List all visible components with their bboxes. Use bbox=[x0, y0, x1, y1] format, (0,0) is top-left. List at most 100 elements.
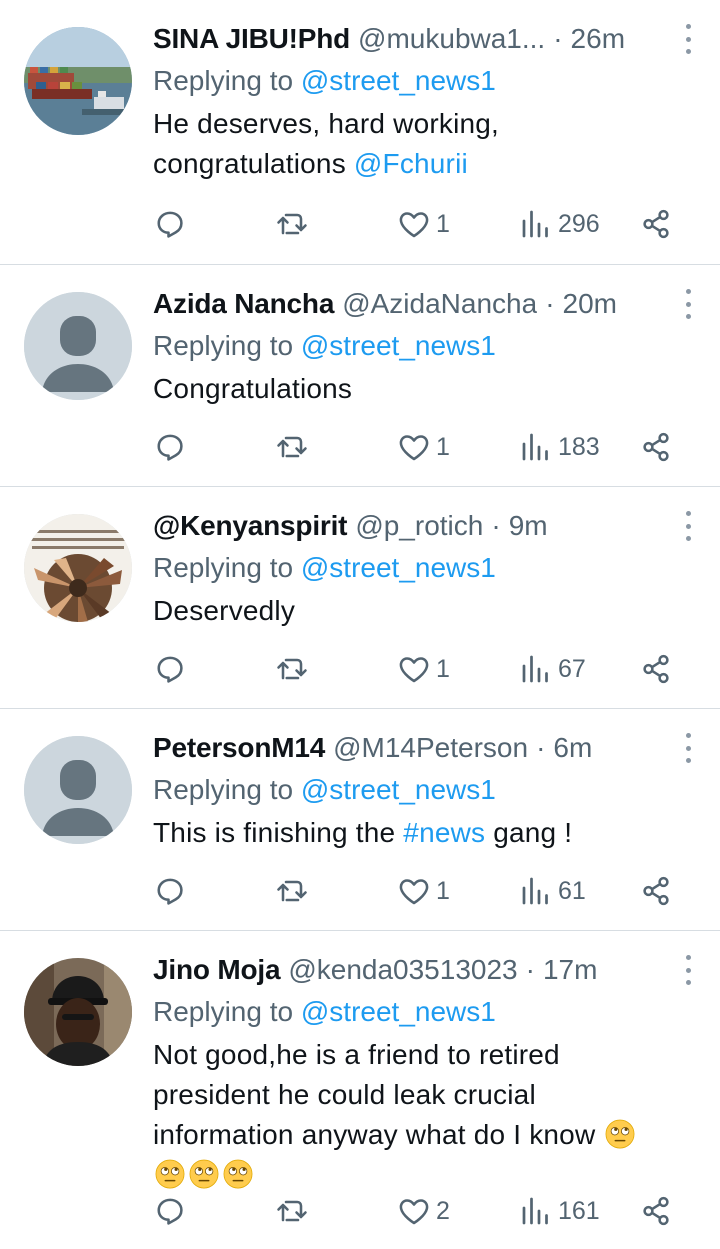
author-name[interactable]: Jino Moja bbox=[153, 951, 281, 989]
action-bar: 2 161 bbox=[152, 1191, 696, 1231]
like-button[interactable]: 1 bbox=[396, 204, 450, 244]
reply-button[interactable] bbox=[152, 1191, 188, 1231]
more-vertical-icon[interactable] bbox=[678, 511, 698, 541]
author-handle[interactable]: @mukubwa1... bbox=[358, 20, 545, 58]
more-vertical-icon[interactable] bbox=[678, 733, 698, 763]
hashtag-link[interactable]: #news bbox=[403, 817, 485, 848]
retweet-button[interactable] bbox=[274, 204, 310, 244]
tweet-item[interactable]: @Kenyanspirit @p_rotich · 9m Replying to… bbox=[0, 487, 720, 709]
heart-icon bbox=[399, 879, 429, 905]
separator-dot: · bbox=[525, 954, 535, 985]
face-with-rolling-eyes-icon bbox=[189, 1159, 219, 1189]
author-handle[interactable]: @p_rotich bbox=[355, 507, 483, 545]
author-name[interactable]: @Kenyanspirit bbox=[153, 507, 348, 545]
reply-button[interactable] bbox=[152, 427, 188, 467]
tweet-item[interactable]: Azida Nancha @AzidaNancha · 20m Replying… bbox=[0, 265, 720, 487]
tweet-item[interactable]: PetersonM14 @M14Peterson · 6m Replying t… bbox=[0, 709, 720, 931]
action-bar: 1 296 bbox=[152, 204, 696, 244]
tweet-text-content: Deservedly bbox=[153, 595, 296, 626]
tweet-item[interactable]: Jino Moja @kenda03513023 · 17m Replying … bbox=[0, 931, 720, 1249]
reply-button[interactable] bbox=[152, 871, 188, 911]
retweet-icon bbox=[277, 213, 307, 235]
action-bar: 1 67 bbox=[152, 649, 696, 689]
like-count: 1 bbox=[436, 432, 450, 461]
tweet-header: Azida Nancha @AzidaNancha · 20m bbox=[153, 285, 700, 323]
timestamp[interactable]: 6m bbox=[553, 729, 592, 767]
more-vertical-icon[interactable] bbox=[678, 289, 698, 319]
reply-button[interactable] bbox=[152, 649, 188, 689]
avatar[interactable] bbox=[24, 514, 132, 622]
view-count: 183 bbox=[558, 432, 600, 461]
heart-icon bbox=[399, 657, 429, 683]
author-handle[interactable]: @kenda03513023 bbox=[288, 951, 517, 989]
tweet-text-trailing: gang ! bbox=[493, 817, 573, 848]
like-button[interactable]: 1 bbox=[396, 427, 450, 467]
share-button[interactable] bbox=[638, 427, 674, 467]
timestamp[interactable]: 9m bbox=[509, 507, 548, 545]
author-name[interactable]: SINA JIBU!Phd bbox=[153, 20, 350, 58]
separator-dot: · bbox=[545, 288, 555, 319]
more-vertical-icon[interactable] bbox=[678, 955, 698, 985]
reply-feed: SINA JIBU!Phd @mukubwa1... · 26m Replyin… bbox=[0, 0, 720, 1249]
author-handle[interactable]: @AzidaNancha bbox=[342, 285, 537, 323]
like-button[interactable]: 2 bbox=[396, 1191, 450, 1231]
author-handle[interactable]: @M14Peterson bbox=[333, 729, 528, 767]
share-button[interactable] bbox=[638, 649, 674, 689]
views-button[interactable]: 61 bbox=[518, 871, 586, 911]
timestamp[interactable]: 20m bbox=[563, 285, 617, 323]
retweet-button[interactable] bbox=[274, 871, 310, 911]
separator-dot: · bbox=[536, 732, 546, 763]
heart-icon bbox=[399, 435, 429, 461]
retweet-icon bbox=[277, 1200, 307, 1222]
like-button[interactable]: 1 bbox=[396, 871, 450, 911]
reply-button[interactable] bbox=[152, 204, 188, 244]
retweet-icon bbox=[277, 658, 307, 680]
replying-to-mention[interactable]: @street_news1 bbox=[301, 996, 496, 1027]
like-button[interactable]: 1 bbox=[396, 649, 450, 689]
share-icon bbox=[643, 432, 669, 462]
share-icon bbox=[643, 209, 669, 239]
replying-to-mention[interactable]: @street_news1 bbox=[301, 330, 496, 361]
share-button[interactable] bbox=[638, 871, 674, 911]
author-name[interactable]: PetersonM14 bbox=[153, 729, 325, 767]
tweet-text: Deservedly bbox=[153, 591, 700, 631]
author-name[interactable]: Azida Nancha bbox=[153, 285, 334, 323]
share-button[interactable] bbox=[638, 1191, 674, 1231]
replying-prefix: Replying to bbox=[153, 65, 294, 96]
views-button[interactable]: 296 bbox=[518, 204, 600, 244]
tweet-body: SINA JIBU!Phd @mukubwa1... · 26m Replyin… bbox=[153, 20, 700, 184]
share-icon bbox=[643, 1196, 669, 1226]
replying-to-mention[interactable]: @street_news1 bbox=[301, 774, 496, 805]
views-button[interactable]: 67 bbox=[518, 649, 586, 689]
like-count: 2 bbox=[436, 1196, 450, 1225]
mention-link[interactable]: @Fchurii bbox=[354, 148, 468, 179]
replying-to-mention[interactable]: @street_news1 bbox=[301, 65, 496, 96]
avatar[interactable] bbox=[24, 292, 132, 400]
action-bar: 1 61 bbox=[152, 871, 696, 911]
views-bars-icon bbox=[522, 1197, 548, 1225]
avatar[interactable] bbox=[24, 27, 132, 135]
share-button[interactable] bbox=[638, 204, 674, 244]
avatar[interactable] bbox=[24, 958, 132, 1066]
tweet-item[interactable]: SINA JIBU!Phd @mukubwa1... · 26m Replyin… bbox=[0, 0, 720, 265]
replying-to-mention[interactable]: @street_news1 bbox=[301, 552, 496, 583]
retweet-button[interactable] bbox=[274, 649, 310, 689]
more-vertical-icon[interactable] bbox=[678, 24, 698, 54]
replying-prefix: Replying to bbox=[153, 996, 294, 1027]
default-avatar-icon bbox=[24, 736, 132, 844]
tweet-text: This is finishing the #news gang ! bbox=[153, 813, 700, 853]
timestamp[interactable]: 17m bbox=[543, 951, 597, 989]
avatar[interactable] bbox=[24, 736, 132, 844]
tweet-text: He deserves, hard working, congratulatio… bbox=[153, 104, 553, 184]
views-button[interactable]: 183 bbox=[518, 427, 600, 467]
heart-icon bbox=[399, 212, 429, 238]
views-button[interactable]: 161 bbox=[518, 1191, 600, 1231]
tweet-text: Congratulations bbox=[153, 369, 700, 409]
face-with-rolling-eyes-icon bbox=[223, 1159, 253, 1189]
views-bars-icon bbox=[522, 655, 548, 683]
retweet-button[interactable] bbox=[274, 1191, 310, 1231]
retweet-button[interactable] bbox=[274, 427, 310, 467]
replying-to-line: Replying to @street_news1 bbox=[153, 327, 700, 365]
tweet-header: SINA JIBU!Phd @mukubwa1... · 26m bbox=[153, 20, 700, 58]
timestamp[interactable]: 26m bbox=[571, 20, 625, 58]
